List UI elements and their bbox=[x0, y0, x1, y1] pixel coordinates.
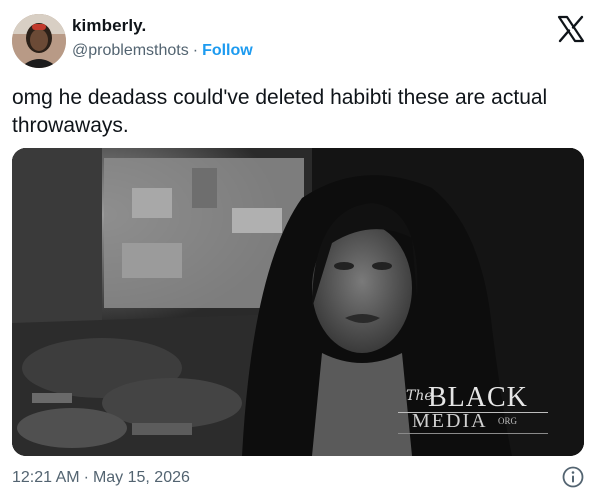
avatar[interactable] bbox=[12, 14, 66, 68]
author-handle-line: @problemsthots · Follow bbox=[72, 42, 253, 60]
follow-button[interactable]: Follow bbox=[202, 42, 253, 59]
tweet-timestamp[interactable]: 12:21 AM · May 15, 2026 bbox=[12, 469, 190, 487]
tweet-media-photo[interactable]: The BLACK MEDIA ORG bbox=[12, 148, 584, 456]
tweet-text: omg he deadass could've deleted habibti … bbox=[12, 86, 548, 137]
avatar-image bbox=[12, 14, 66, 68]
separator-dot: · bbox=[192, 42, 199, 59]
tweet-time: 12:21 AM bbox=[12, 469, 80, 486]
author-handle[interactable]: @problemsthots bbox=[72, 42, 189, 59]
x-logo-icon[interactable] bbox=[556, 14, 586, 44]
author-name[interactable]: kimberly. bbox=[72, 16, 146, 36]
media-watermark: The BLACK MEDIA ORG bbox=[398, 380, 548, 436]
watermark-media: MEDIA bbox=[412, 410, 488, 432]
watermark-org: ORG bbox=[498, 416, 518, 426]
watermark-divider-bottom bbox=[398, 433, 548, 434]
tweet-date: May 15, 2026 bbox=[92, 469, 190, 486]
timestamp-separator: · bbox=[83, 469, 89, 486]
tweet-card: kimberly. @problemsthots · Follow omg he d… bbox=[0, 0, 600, 500]
info-icon[interactable] bbox=[562, 466, 584, 488]
